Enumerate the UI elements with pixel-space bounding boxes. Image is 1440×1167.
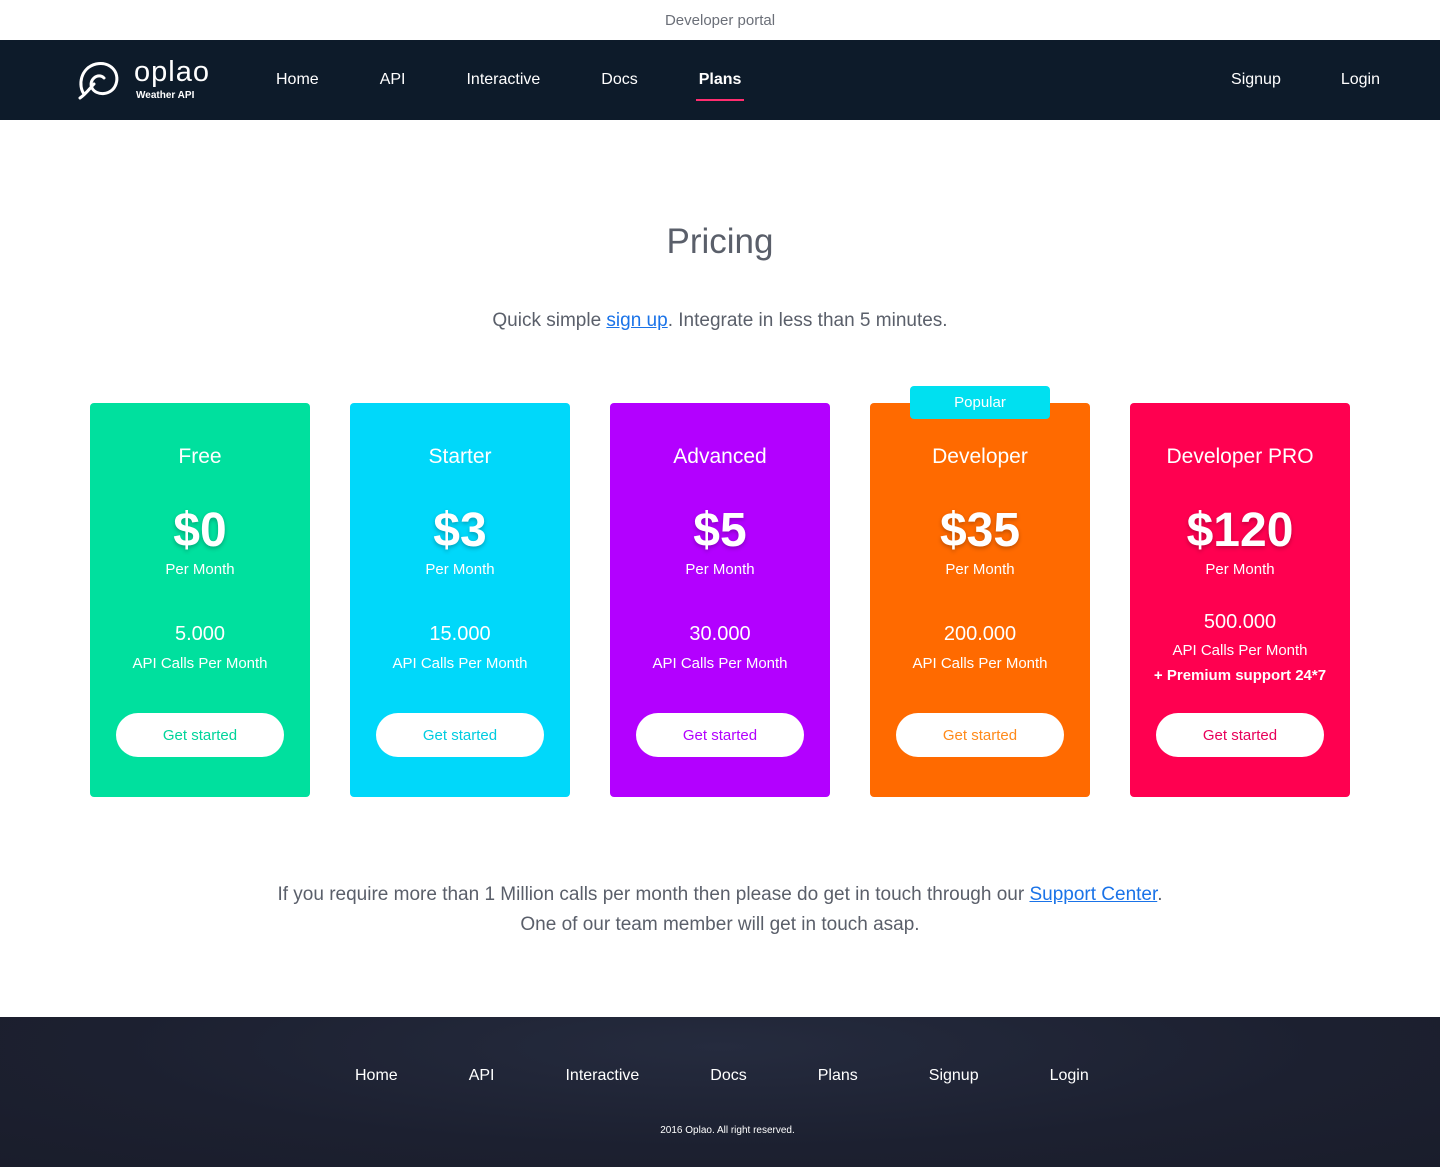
plan-card-developer: Popular Developer $35 Per Month 200.000 … xyxy=(870,386,1090,797)
plan-calls-label: API Calls Per Month xyxy=(132,655,268,672)
portal-title: Developer portal xyxy=(664,11,776,29)
pricing-cards: Free $0 Per Month 5.000 API Calls Per Mo… xyxy=(90,386,1350,797)
contact-text-after: . xyxy=(1157,884,1163,905)
main-navbar: oplao Weather API Home API Interactive D… xyxy=(0,40,1440,120)
footer-link-signup[interactable]: Signup xyxy=(929,1067,979,1085)
footer-nav: Home API Interactive Docs Plans Signup L… xyxy=(355,1067,1160,1085)
nav-docs[interactable]: Docs xyxy=(601,40,637,120)
plan-calls: 200.000 xyxy=(943,623,1017,645)
page-footer: Home API Interactive Docs Plans Signup L… xyxy=(0,1017,1440,1167)
plan-name: Starter xyxy=(428,445,492,468)
plan-calls-label: API Calls Per Month xyxy=(652,655,788,672)
plan-period: Per Month xyxy=(165,561,235,578)
plan-period: Per Month xyxy=(1205,561,1275,578)
nav-plans[interactable]: Plans xyxy=(695,40,745,120)
brand-logo[interactable]: oplao Weather API xyxy=(76,58,210,101)
account-nav: Signup Login xyxy=(1231,40,1380,120)
brand-name: oplao xyxy=(134,56,210,88)
nav-login[interactable]: Login xyxy=(1341,40,1380,120)
footer-link-login[interactable]: Login xyxy=(1050,1067,1089,1085)
plan-calls: 30.000 xyxy=(689,623,751,645)
plan-card-starter: Starter $3 Per Month 15.000 API Calls Pe… xyxy=(350,403,570,797)
plan-calls-label: API Calls Per Month xyxy=(912,655,1048,672)
primary-nav: Home API Interactive Docs Plans xyxy=(276,40,802,120)
plan-period: Per Month xyxy=(685,561,755,578)
page-title: Pricing xyxy=(666,222,774,261)
contact-line-1: If you require more than 1 Million calls… xyxy=(0,880,1440,910)
copyright-text: 2016 Oplao. All right reserved. xyxy=(660,1125,795,1136)
nav-home[interactable]: Home xyxy=(276,40,319,120)
footer-link-api[interactable]: API xyxy=(469,1067,495,1085)
plan-price: $3 xyxy=(433,504,487,557)
subtitle-text-before: Quick simple xyxy=(492,310,607,331)
plan-period: Per Month xyxy=(945,561,1015,578)
plan-name: Developer xyxy=(932,445,1028,468)
plan-card-advanced: Advanced $5 Per Month 30.000 API Calls P… xyxy=(610,403,830,797)
plan-calls-label: API Calls Per Month xyxy=(392,655,528,672)
plan-name: Free xyxy=(178,445,222,468)
plan-card-developer-pro: Developer PRO $120 Per Month 500.000 API… xyxy=(1130,403,1350,797)
get-started-button-developer-pro[interactable]: Get started xyxy=(1156,713,1324,757)
oplao-logo-icon xyxy=(78,62,119,100)
plan-extra-feature: + Premium support 24*7 xyxy=(1153,667,1327,684)
plan-card-free: Free $0 Per Month 5.000 API Calls Per Mo… xyxy=(90,403,310,797)
plan-price: $35 xyxy=(939,504,1021,557)
plan-calls: 500.000 xyxy=(1203,611,1277,633)
get-started-button-free[interactable]: Get started xyxy=(116,713,284,757)
get-started-button-advanced[interactable]: Get started xyxy=(636,713,804,757)
nav-signup[interactable]: Signup xyxy=(1231,40,1281,120)
signup-link[interactable]: sign up xyxy=(606,310,667,331)
nav-interactive[interactable]: Interactive xyxy=(466,40,540,120)
top-bar: Developer portal xyxy=(0,0,1440,40)
plan-price: $0 xyxy=(173,504,227,557)
subtitle-text-after: . Integrate in less than 5 minutes. xyxy=(667,310,948,331)
page-subtitle: Quick simple sign up. Integrate in less … xyxy=(0,310,1440,332)
footer-link-plans[interactable]: Plans xyxy=(818,1067,858,1085)
contact-note: If you require more than 1 Million calls… xyxy=(0,880,1440,940)
plan-price: $5 xyxy=(693,504,747,557)
footer-link-home[interactable]: Home xyxy=(355,1067,398,1085)
plan-calls: 5.000 xyxy=(174,623,226,645)
footer-link-docs[interactable]: Docs xyxy=(710,1067,746,1085)
nav-api[interactable]: API xyxy=(380,40,406,120)
get-started-button-starter[interactable]: Get started xyxy=(376,713,544,757)
contact-line-2: One of our team member will get in touch… xyxy=(520,914,920,935)
plan-name: Developer PRO xyxy=(1166,445,1314,468)
support-center-link[interactable]: Support Center xyxy=(1029,884,1157,905)
plan-calls: 15.000 xyxy=(429,623,491,645)
brand-subtitle: Weather API xyxy=(136,90,195,101)
plan-period: Per Month xyxy=(425,561,495,578)
contact-text-before: If you require more than 1 Million calls… xyxy=(277,884,1030,905)
plan-name: Advanced xyxy=(673,445,767,468)
popular-badge: Popular xyxy=(910,386,1050,419)
plan-price: $120 xyxy=(1186,504,1294,557)
get-started-button-developer[interactable]: Get started xyxy=(896,713,1064,757)
plan-calls-label: API Calls Per Month xyxy=(1172,642,1308,659)
footer-link-interactive[interactable]: Interactive xyxy=(565,1067,639,1085)
